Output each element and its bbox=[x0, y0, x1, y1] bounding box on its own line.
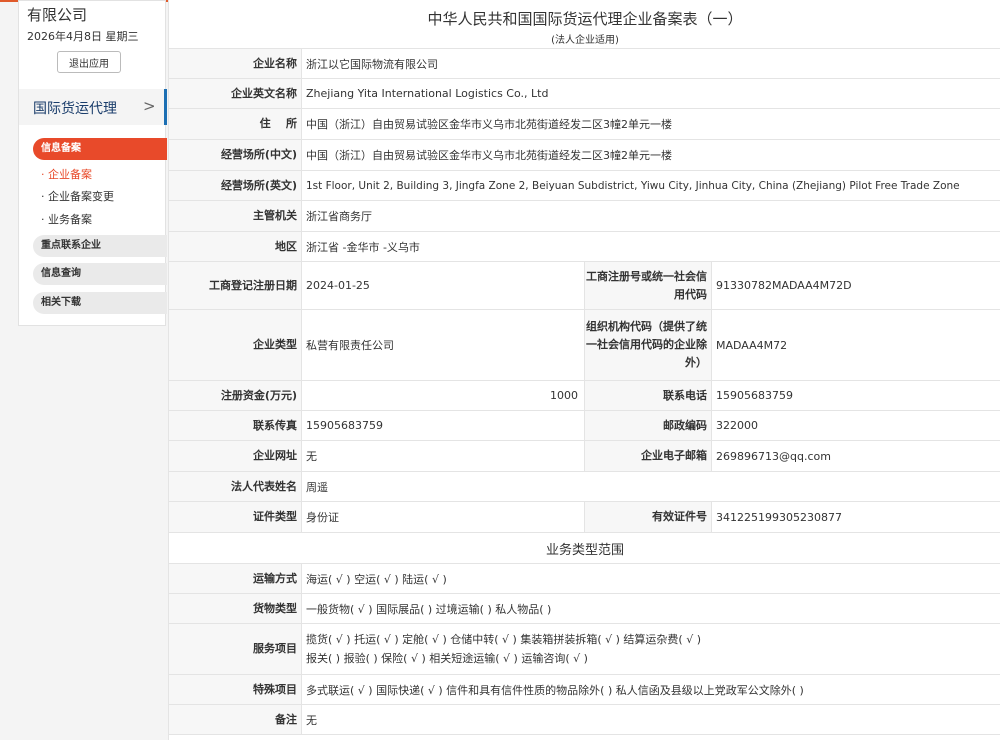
row-enterprise-type: 企业类型 私营有限责任公司 组织机构代码（提供了统一社会信用代码的企业除外） M… bbox=[169, 309, 1000, 380]
value-service-line-1: 揽货( √ ) 托运( √ ) 定舱( √ ) 仓储中转( √ ) 集装箱拼装拆… bbox=[306, 633, 701, 646]
label-email: 企业电子邮箱 bbox=[585, 441, 711, 471]
label-org-code: 组织机构代码（提供了统一社会信用代码的企业除外） bbox=[585, 310, 711, 380]
value-reg-date: 2024-01-25 bbox=[306, 279, 370, 292]
value-cargo: 一般货物( √ ) 国际展品( ) 过境运输( ) 私人物品( ) bbox=[306, 602, 552, 616]
label-id-type: 证件类型 bbox=[169, 502, 301, 532]
value-service-line-2: 报关( ) 报验( ) 保险( √ ) 相关短途运输( √ ) 运输咨询( √ … bbox=[306, 652, 588, 665]
row-service: 服务项目 揽货( √ ) 托运( √ ) 定舱( √ ) 仓储中转( √ ) 集… bbox=[169, 623, 1000, 674]
value-region: 浙江省 -金华市 -义乌市 bbox=[306, 240, 420, 254]
value-website: 无 bbox=[306, 450, 317, 463]
label-cargo: 货物类型 bbox=[169, 594, 301, 623]
label-capital: 注册资金(万元) bbox=[169, 381, 301, 410]
label-service: 服务项目 bbox=[169, 624, 301, 674]
value-phone: 15905683759 bbox=[716, 389, 793, 402]
form-title: 中华人民共和国国际货运代理企业备案表（一） bbox=[427, 10, 743, 28]
row-business-place-cn: 经营场所(中文) 中国（浙江）自由贸易试验区金华市义乌市北苑街道经发二区3幢2单… bbox=[169, 139, 1000, 170]
row-region: 地区 浙江省 -金华市 -义乌市 bbox=[169, 231, 1000, 261]
label-postcode: 邮政编码 bbox=[585, 411, 711, 440]
label-id-number: 有效证件号 bbox=[585, 502, 711, 532]
label-website: 企业网址 bbox=[169, 441, 301, 471]
menu-group-downloads[interactable]: 相关下载 bbox=[33, 292, 167, 314]
value-transport: 海运( √ ) 空运( √ ) 陆运( √ ) bbox=[306, 572, 447, 586]
label-reg-date: 工商登记注册日期 bbox=[169, 262, 301, 309]
menu-item-business-filing[interactable]: · 业务备案 bbox=[41, 211, 92, 227]
menu-group-info-query[interactable]: 信息查询 bbox=[33, 263, 167, 285]
main-menu-label: 国际货运代理 bbox=[33, 101, 117, 117]
row-legal-rep: 法人代表姓名 周遥 bbox=[169, 471, 1000, 501]
menu-group-key-contact[interactable]: 重点联系企业 bbox=[33, 235, 167, 257]
label-fax: 联系传真 bbox=[169, 411, 301, 440]
value-legal-rep: 周遥 bbox=[306, 480, 328, 494]
label-transport: 运输方式 bbox=[169, 564, 301, 593]
label-legal-rep: 法人代表姓名 bbox=[169, 472, 301, 501]
label-remark: 备注 bbox=[169, 705, 301, 734]
label-business-place-cn: 经营场所(中文) bbox=[169, 140, 301, 170]
value-postcode: 322000 bbox=[716, 419, 758, 432]
label-region: 地区 bbox=[169, 232, 301, 261]
value-enterprise-type: 私营有限责任公司 bbox=[306, 339, 394, 352]
value-org-code: MADAA4M72 bbox=[716, 338, 788, 352]
label-enterprise-name: 企业名称 bbox=[169, 49, 301, 78]
section-business-scope: 业务类型范围 bbox=[545, 542, 624, 558]
current-date: 2026年4月8日 星期三 bbox=[27, 30, 139, 43]
value-email: 269896713@qq.com bbox=[716, 449, 831, 463]
value-remark: 无 bbox=[306, 713, 317, 727]
menu-item-filing-change[interactable]: · 企业备案变更 bbox=[41, 188, 114, 204]
menu-item-enterprise-filing[interactable]: · 企业备案 bbox=[41, 166, 92, 182]
value-business-place-cn: 中国（浙江）自由贸易试验区金华市义乌市北苑街道经发二区3幢2单元一楼 bbox=[306, 149, 672, 162]
main-menu-freight-forwarding[interactable]: 国际货运代理 > bbox=[19, 89, 167, 125]
menu-group-info-filing[interactable]: 信息备案 bbox=[33, 138, 167, 160]
row-fax-postcode: 联系传真 15905683759 邮政编码 322000 bbox=[169, 410, 1000, 440]
row-section-business-scope: 业务类型范围 bbox=[169, 532, 1000, 563]
label-authority: 主管机关 bbox=[169, 201, 301, 231]
label-business-place-en: 经营场所(英文) bbox=[169, 171, 301, 200]
chevron-right-icon: > bbox=[143, 97, 156, 115]
row-business-place-en: 经营场所(英文) 1st Floor, Unit 2, Building 3, … bbox=[169, 170, 1000, 200]
value-address: 中国（浙江）自由贸易试验区金华市义乌市北苑街道经发二区3幢2单元一楼 bbox=[306, 118, 672, 131]
row-transport: 运输方式 海运( √ ) 空运( √ ) 陆运( √ ) bbox=[169, 563, 1000, 593]
row-website-email: 企业网址 无 企业电子邮箱 269896713@qq.com bbox=[169, 440, 1000, 471]
value-service: 揽货( √ ) 托运( √ ) 定舱( √ ) 仓储中转( √ ) 集装箱拼装拆… bbox=[302, 624, 1000, 674]
row-id: 证件类型 身份证 有效证件号 341225199305230877 bbox=[169, 501, 1000, 532]
row-remark: 备注 无 bbox=[169, 704, 1000, 735]
value-capital: 1000 bbox=[550, 389, 578, 402]
value-id-type: 身份证 bbox=[306, 511, 339, 524]
label-special: 特殊项目 bbox=[169, 675, 301, 704]
logout-button[interactable]: 退出应用 bbox=[57, 51, 121, 73]
sidebar: 有限公司 2026年4月8日 星期三 退出应用 国际货运代理 > 信息备案 · … bbox=[18, 0, 167, 326]
form-subtitle: (法人企业适用) bbox=[551, 35, 619, 46]
row-authority: 主管机关 浙江省商务厅 bbox=[169, 200, 1000, 231]
row-enterprise-name: 企业名称 浙江以它国际物流有限公司 bbox=[169, 48, 1000, 78]
value-business-place-en: 1st Floor, Unit 2, Building 3, Jingfa Zo… bbox=[306, 179, 960, 192]
value-fax: 15905683759 bbox=[306, 419, 383, 432]
label-english-name: 企业英文名称 bbox=[169, 79, 301, 108]
value-enterprise-name: 浙江以它国际物流有限公司 bbox=[306, 57, 438, 71]
filing-form: 中华人民共和国国际货运代理企业备案表（一） (法人企业适用) 企业名称 浙江以它… bbox=[168, 0, 1000, 740]
value-id-number: 341225199305230877 bbox=[716, 510, 842, 524]
value-credit-code: 91330782MADAA4M72D bbox=[716, 279, 852, 292]
row-english-name: 企业英文名称 Zhejiang Yita International Logis… bbox=[169, 78, 1000, 108]
label-credit-code: 工商注册号或统一社会信用代码 bbox=[585, 262, 711, 309]
row-capital-phone: 注册资金(万元) 1000 联系电话 15905683759 bbox=[169, 380, 1000, 410]
row-address: 住 所 中国（浙江）自由贸易试验区金华市义乌市北苑街道经发二区3幢2单元一楼 bbox=[169, 108, 1000, 139]
company-name-tail: 有限公司 bbox=[27, 6, 88, 24]
row-registration: 工商登记注册日期 2024-01-25 工商注册号或统一社会信用代码 91330… bbox=[169, 261, 1000, 309]
label-address: 住 所 bbox=[169, 109, 301, 139]
row-cargo: 货物类型 一般货物( √ ) 国际展品( ) 过境运输( ) 私人物品( ) bbox=[169, 593, 1000, 623]
value-english-name: Zhejiang Yita International Logistics Co… bbox=[306, 87, 549, 100]
label-enterprise-type: 企业类型 bbox=[169, 310, 301, 380]
value-special: 多式联运( √ ) 国际快递( √ ) 信件和具有信件性质的物品除外( ) 私人… bbox=[306, 683, 804, 697]
value-authority: 浙江省商务厅 bbox=[306, 210, 372, 223]
row-special: 特殊项目 多式联运( √ ) 国际快递( √ ) 信件和具有信件性质的物品除外(… bbox=[169, 674, 1000, 704]
label-phone: 联系电话 bbox=[585, 381, 711, 410]
